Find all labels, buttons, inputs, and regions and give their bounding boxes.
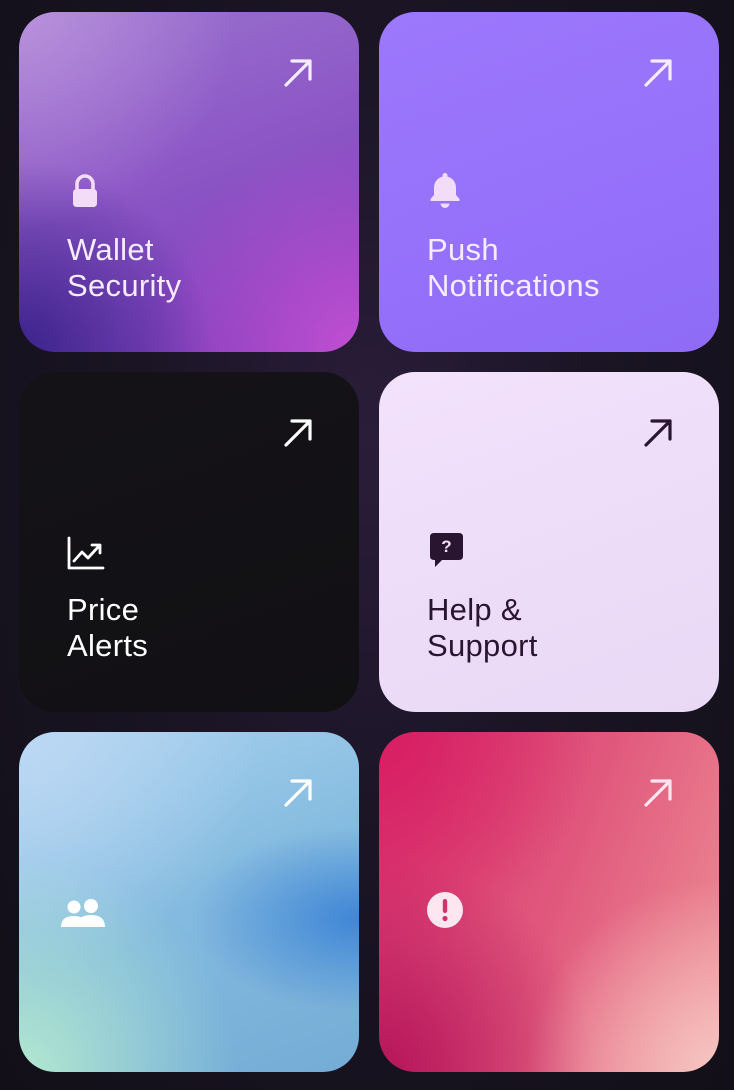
chart-trend-icon [67, 536, 105, 570]
card-label-line: Alerts [67, 628, 149, 663]
alert-circle-icon [427, 892, 463, 928]
report-card[interactable] [379, 732, 719, 1072]
arrow-up-right-icon [284, 419, 312, 447]
card-label-line: Security [67, 268, 182, 303]
users-icon [61, 899, 105, 927]
card-label-line: Push [427, 232, 499, 267]
price-alerts-card[interactable]: Price Alerts [19, 372, 359, 712]
help-support-label: Help & Support [427, 592, 538, 664]
bell-icon [430, 173, 460, 208]
settings-card-grid: Wallet Security Push Notifications Price [19, 12, 719, 1072]
arrow-up-right-icon [644, 419, 672, 447]
card-label-line: Notifications [427, 268, 600, 303]
wallet-security-label: Wallet Security [67, 232, 181, 304]
arrow-up-right-icon [284, 59, 312, 87]
community-card[interactable] [19, 732, 359, 1072]
card-label-line: Wallet [67, 232, 154, 267]
question-chat-icon: ? [430, 533, 463, 567]
push-notifications-card[interactable]: Push Notifications [379, 12, 719, 352]
price-alerts-label: Price Alerts [67, 592, 148, 664]
push-notifications-label: Push Notifications [427, 232, 600, 304]
card-label-line: Price [67, 592, 140, 627]
arrow-up-right-icon [644, 59, 672, 87]
help-support-card[interactable]: ? Help & Support [379, 372, 719, 712]
card-label-line: Support [427, 628, 538, 663]
card-label-line: Help & [427, 592, 522, 627]
arrow-up-right-icon [644, 779, 672, 807]
svg-text:?: ? [441, 537, 451, 556]
wallet-security-card[interactable]: Wallet Security [19, 12, 359, 352]
lock-icon [73, 174, 97, 207]
arrow-up-right-icon [284, 779, 312, 807]
